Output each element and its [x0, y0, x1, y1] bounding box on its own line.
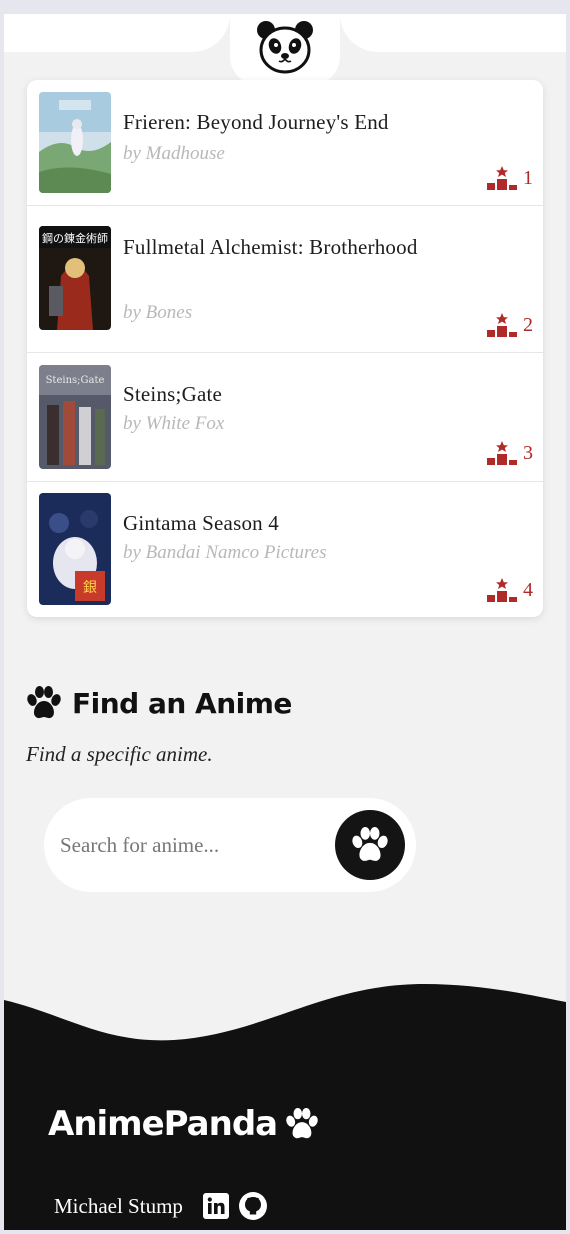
podium-icon	[487, 313, 517, 337]
find-heading: Find an Anime	[26, 686, 546, 720]
panda-icon	[257, 21, 313, 74]
rank-number: 1	[523, 167, 533, 189]
linkedin-icon[interactable]	[202, 1193, 229, 1219]
find-anime-section: Find an Anime Find a specific anime.	[26, 686, 546, 892]
podium-icon	[487, 441, 517, 465]
find-subtitle: Find a specific anime.	[26, 742, 213, 766]
list-item[interactable]: Steins;Gate Steins;Gate by White Fox 3	[27, 353, 543, 482]
rank-number: 2	[523, 314, 533, 336]
anime-studio: by Bandai Namco Pictures	[123, 542, 327, 563]
search-button[interactable]	[335, 810, 405, 880]
anime-studio: by Bones	[123, 302, 193, 323]
svg-text:鋼の錬金術師: 鋼の錬金術師	[42, 231, 108, 245]
credit-name: Michael Stump	[54, 1193, 183, 1218]
podium-icon	[487, 578, 517, 602]
anime-title: Gintama Season 4	[123, 511, 280, 535]
footer-brand[interactable]: AnimePanda	[48, 1104, 319, 1144]
logo-link[interactable]	[230, 14, 340, 86]
anime-poster: 鋼の錬金術師	[39, 226, 111, 330]
find-title: Find an Anime	[72, 686, 292, 720]
top-anime-list: Frieren: Beyond Journey's End by Madhous…	[27, 80, 543, 617]
list-item[interactable]: Frieren: Beyond Journey's End by Madhous…	[27, 80, 543, 206]
rank-number: 4	[523, 579, 533, 601]
rank-badge: 1	[487, 166, 533, 190]
anime-title: Frieren: Beyond Journey's End	[123, 110, 389, 134]
paw-icon	[352, 827, 388, 861]
svg-text:銀: 銀	[83, 580, 97, 596]
github-icon[interactable]	[238, 1192, 267, 1220]
search-bar	[44, 798, 416, 892]
brand-name: AnimePanda	[48, 1104, 278, 1144]
anime-studio: by White Fox	[123, 413, 225, 434]
paw-icon	[27, 686, 61, 719]
anime-title: Steins;Gate	[123, 382, 223, 406]
list-item[interactable]: 鋼の錬金術師 Fullmetal Alchemist: Brotherhood …	[27, 206, 543, 353]
paw-icon	[286, 1108, 318, 1139]
svg-text:Steins;Gate: Steins;Gate	[46, 375, 105, 386]
top-bar-left	[4, 14, 230, 52]
rank-number: 3	[523, 442, 533, 464]
rank-badge: 2	[487, 313, 533, 337]
search-input[interactable]	[60, 824, 320, 866]
anime-studio: by Madhouse	[123, 143, 225, 164]
top-bar-right	[340, 14, 566, 52]
anime-title: Fullmetal Alchemist: Brotherhood	[123, 235, 418, 259]
anime-poster: Steins;Gate	[39, 365, 111, 469]
anime-poster	[39, 92, 111, 193]
footer: AnimePanda Michael Stump	[4, 974, 566, 1230]
podium-icon	[487, 166, 517, 190]
credit-row: Michael Stump	[54, 1192, 267, 1220]
anime-poster: 銀	[39, 493, 111, 605]
list-item[interactable]: 銀 Gintama Season 4 by Bandai Namco Pictu…	[27, 482, 543, 617]
app-viewport: Frieren: Beyond Journey's End by Madhous…	[4, 14, 566, 1230]
rank-badge: 4	[487, 578, 533, 602]
rank-badge: 3	[487, 441, 533, 465]
